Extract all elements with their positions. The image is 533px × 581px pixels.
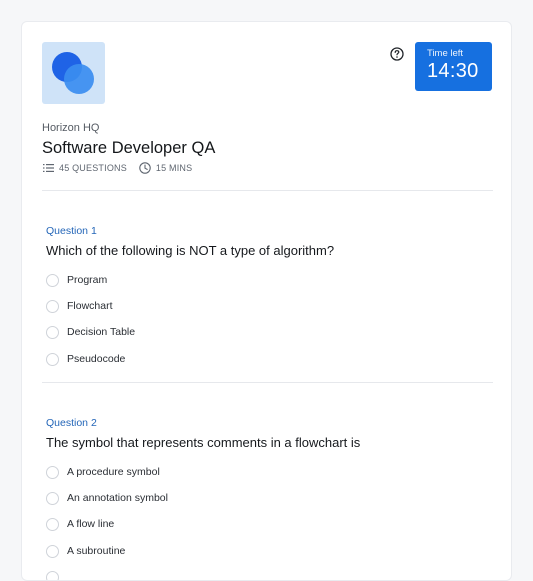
radio-button[interactable] <box>46 466 59 479</box>
option-label: Decision Table <box>67 326 135 338</box>
radio-button[interactable] <box>46 571 59 581</box>
quiz-title: Software Developer QA <box>42 139 215 158</box>
company-logo <box>42 42 105 104</box>
question-circle-icon[interactable] <box>390 47 404 61</box>
radio-button[interactable] <box>46 326 59 339</box>
question-2-option-partial[interactable] <box>46 569 67 581</box>
question-2-option-3[interactable]: A flow line <box>46 516 114 532</box>
time-left-panel: Time left 14:30 <box>415 42 492 91</box>
option-label: Pseudocode <box>67 353 125 365</box>
question-1-option-3[interactable]: Decision Table <box>46 324 135 340</box>
quiz-meta: 45 QUESTIONS 15 MINS <box>43 162 204 174</box>
organization-name: Horizon HQ <box>42 122 99 134</box>
question-1-option-4[interactable]: Pseudocode <box>46 351 125 367</box>
radio-button[interactable] <box>46 518 59 531</box>
question-1-option-2[interactable]: Flowchart <box>46 298 113 314</box>
radio-button[interactable] <box>46 300 59 313</box>
option-label: An annotation symbol <box>67 492 168 504</box>
question-1-text: Which of the following is NOT a type of … <box>46 243 334 258</box>
question-1-number: Question 1 <box>46 225 97 237</box>
list-icon <box>43 163 54 173</box>
option-label: A procedure symbol <box>67 466 160 478</box>
option-label: A flow line <box>67 518 114 530</box>
quiz-card: Time left 14:30 Horizon HQ Software Deve… <box>21 21 512 581</box>
question-2-text: The symbol that represents comments in a… <box>46 435 360 450</box>
question-2-option-4[interactable]: A subroutine <box>46 543 125 559</box>
radio-button[interactable] <box>46 274 59 287</box>
header-divider <box>42 190 493 191</box>
radio-button[interactable] <box>46 492 59 505</box>
question-count: 45 QUESTIONS <box>43 163 127 173</box>
time-left-value: 14:30 <box>427 60 479 83</box>
radio-button[interactable] <box>46 545 59 558</box>
option-label: Program <box>67 274 107 286</box>
question-2-number: Question 2 <box>46 417 97 429</box>
question-2-option-1[interactable]: A procedure symbol <box>46 464 160 480</box>
duration-text: 15 MINS <box>156 163 192 173</box>
question-2-option-2[interactable]: An annotation symbol <box>46 490 168 506</box>
option-label: A subroutine <box>67 545 125 557</box>
duration: 15 MINS <box>139 162 192 174</box>
option-label: Flowchart <box>67 300 113 312</box>
overlapping-circles-logo-icon <box>42 42 105 104</box>
radio-button[interactable] <box>46 353 59 366</box>
question-1-option-1[interactable]: Program <box>46 272 107 288</box>
time-left-label: Time left <box>427 48 463 59</box>
clock-icon <box>139 162 151 174</box>
question-divider <box>42 382 493 383</box>
question-count-text: 45 QUESTIONS <box>59 163 127 173</box>
